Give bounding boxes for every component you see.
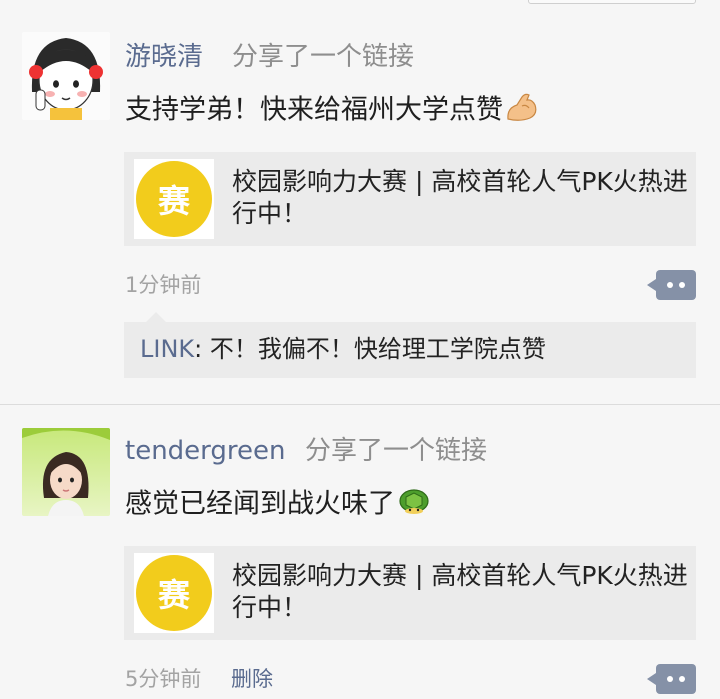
post-content: 支持学弟！快来给福州大学点赞 [125,92,539,130]
top-cut-element [528,0,696,4]
shared-link-card[interactable]: 赛 校园影响力大赛 | 高校首轮人气PK火热进行中！ [124,152,696,246]
link-title: 校园影响力大赛 | 高校首轮人气PK火热进行中！ [232,561,688,622]
shared-link-card[interactable]: 赛 校园影响力大赛 | 高校首轮人气PK火热进行中！ [124,546,696,640]
share-action-text: 分享了一个链接 [305,436,488,466]
flexed-biceps-icon [505,92,539,130]
avatar[interactable] [22,428,110,516]
comment-separator: : [194,335,210,363]
link-thumbnail: 赛 [134,159,214,239]
comment-author[interactable]: LINK [140,335,194,363]
turtle-icon [397,486,431,524]
comment-button[interactable] [647,664,696,694]
contest-logo-icon: 赛 [136,161,212,237]
avatar[interactable] [22,32,110,120]
more-dots-icon [667,282,687,288]
username[interactable]: tendergreen [125,436,286,466]
post-time: 1分钟前 [125,273,202,297]
post-text: 感觉已经闻到战火味了 [125,488,395,520]
comment-button-tip [647,673,656,685]
post-time: 5分钟前 [125,667,202,691]
comment-area-notch [146,312,166,322]
link-title: 校园影响力大赛 | 高校首轮人气PK火热进行中！ [232,167,688,228]
share-action-text: 分享了一个链接 [232,42,415,72]
post-content: 感觉已经闻到战火味了 [125,486,431,524]
comment-button-tip [647,279,656,291]
username[interactable]: 游晓清 [125,42,203,72]
post-divider [0,404,720,405]
post-text: 支持学弟！快来给福州大学点赞 [125,94,503,126]
comment-button[interactable] [647,270,696,300]
delete-button[interactable]: 删除 [231,666,273,692]
comment-text: 不！我偏不！快给理工学院点赞 [209,335,546,363]
contest-logo-icon: 赛 [136,555,212,631]
comment-area: LINK: 不！我偏不！快给理工学院点赞 [124,312,696,378]
more-dots-icon [667,676,687,682]
link-thumbnail: 赛 [134,553,214,633]
comment-item[interactable]: LINK: 不！我偏不！快给理工学院点赞 [140,334,546,364]
